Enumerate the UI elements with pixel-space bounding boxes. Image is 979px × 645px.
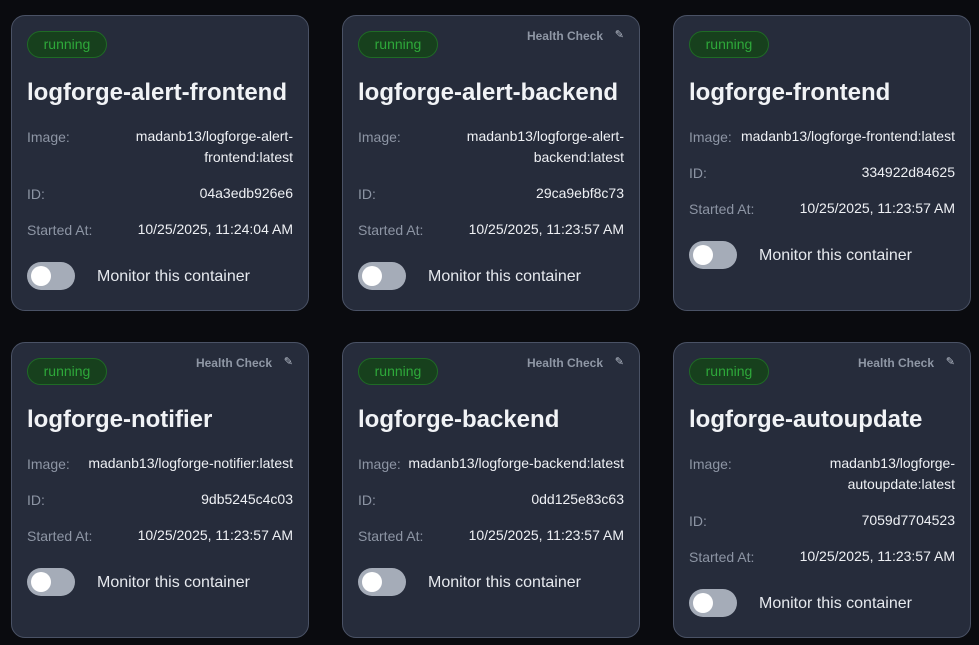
container-card: running logforge-frontend Image: madanb1…: [673, 15, 971, 311]
started-label: Started At:: [27, 528, 93, 544]
image-label: Image:: [27, 129, 70, 145]
image-value-line1: madanb13/logforge-frontend:latest: [740, 128, 955, 144]
image-label: Image:: [689, 456, 732, 472]
id-label: ID:: [27, 492, 45, 508]
container-name: logforge-frontend: [689, 79, 891, 106]
monitor-label: Monitor this container: [428, 268, 581, 285]
started-label: Started At:: [358, 528, 424, 544]
image-value: madanb13/logforge-notifier:latest: [88, 453, 293, 474]
image-label: Image:: [358, 129, 401, 145]
image-value: madanb13/logforge-backend:latest: [408, 453, 624, 474]
id-label: ID:: [27, 186, 45, 202]
pencil-icon[interactable]: ✎: [284, 355, 293, 368]
image-value-line2: backend:latest: [533, 149, 624, 165]
container-name: logforge-alert-frontend: [27, 79, 287, 106]
started-value: 10/25/2025, 11:23:57 AM: [468, 527, 624, 543]
id-label: ID:: [689, 513, 707, 529]
id-value: 0dd125e83c63: [531, 491, 624, 507]
toggle-knob: [362, 266, 382, 286]
health-check-label[interactable]: Health Check: [196, 356, 272, 370]
started-value: 10/25/2025, 11:23:57 AM: [468, 221, 624, 237]
health-check-label[interactable]: Health Check: [527, 29, 603, 43]
id-value: 7059d7704523: [861, 512, 955, 528]
image-value: madanb13/logforge-frontend:latest: [741, 126, 955, 147]
status-badge: running: [27, 31, 107, 58]
id-label: ID:: [358, 186, 376, 202]
container-name: logforge-autoupdate: [689, 406, 923, 433]
monitor-toggle[interactable]: [689, 241, 737, 269]
container-name: logforge-notifier: [27, 406, 213, 433]
started-label: Started At:: [27, 222, 93, 238]
toggle-knob: [362, 572, 382, 592]
status-badge: running: [358, 358, 438, 385]
image-value-line2: autoupdate:latest: [847, 476, 955, 492]
toggle-knob: [31, 266, 51, 286]
image-value-line1: madanb13/logforge-notifier:latest: [88, 455, 293, 471]
image-value: madanb13/logforge-alert- backend:latest: [467, 126, 624, 168]
image-value: madanb13/logforge- autoupdate:latest: [830, 453, 955, 495]
image-label: Image:: [689, 129, 732, 145]
monitor-label: Monitor this container: [428, 574, 581, 591]
image-value-line1: madanb13/logforge-alert-: [135, 128, 293, 144]
started-value: 10/25/2025, 11:23:57 AM: [137, 527, 293, 543]
container-card: running logforge-alert-frontend Image: m…: [11, 15, 309, 311]
image-value-line1: madanb13/logforge-alert-: [466, 128, 624, 144]
pencil-icon[interactable]: ✎: [615, 355, 624, 368]
id-label: ID:: [689, 165, 707, 181]
id-value: 334922d84625: [861, 164, 955, 180]
status-badge: running: [689, 358, 769, 385]
monitor-label: Monitor this container: [97, 574, 250, 591]
image-value-line2: frontend:latest: [204, 149, 293, 165]
started-value: 10/25/2025, 11:24:04 AM: [137, 221, 293, 237]
id-label: ID:: [358, 492, 376, 508]
monitor-toggle[interactable]: [689, 589, 737, 617]
monitor-label: Monitor this container: [759, 247, 912, 264]
id-value: 04a3edb926e6: [199, 185, 293, 201]
status-badge: running: [27, 358, 107, 385]
container-card: running Health Check ✎ logforge-notifier…: [11, 342, 309, 638]
started-label: Started At:: [689, 201, 755, 217]
started-label: Started At:: [689, 549, 755, 565]
container-card: running Health Check ✎ logforge-backend …: [342, 342, 640, 638]
container-name: logforge-backend: [358, 406, 560, 433]
toggle-knob: [693, 245, 713, 265]
container-name: logforge-alert-backend: [358, 79, 619, 106]
health-check-label[interactable]: Health Check: [858, 356, 934, 370]
container-card: running Health Check ✎ logforge-alert-ba…: [342, 15, 640, 311]
toggle-knob: [31, 572, 51, 592]
id-value: 9db5245c4c03: [201, 491, 293, 507]
started-label: Started At:: [358, 222, 424, 238]
monitor-label: Monitor this container: [97, 268, 250, 285]
image-value-line1: madanb13/logforge-: [829, 455, 955, 471]
status-badge: running: [689, 31, 769, 58]
toggle-knob: [693, 593, 713, 613]
monitor-toggle[interactable]: [358, 568, 406, 596]
image-label: Image:: [27, 456, 70, 472]
monitor-toggle[interactable]: [27, 568, 75, 596]
container-card: running Health Check ✎ logforge-autoupda…: [673, 342, 971, 638]
status-badge: running: [358, 31, 438, 58]
monitor-label: Monitor this container: [759, 595, 912, 612]
health-check-label[interactable]: Health Check: [527, 356, 603, 370]
id-value: 29ca9ebf8c73: [536, 185, 624, 201]
pencil-icon[interactable]: ✎: [615, 28, 624, 41]
image-value-line1: madanb13/logforge-backend:latest: [408, 455, 624, 471]
monitor-toggle[interactable]: [27, 262, 75, 290]
image-label: Image:: [358, 456, 401, 472]
started-value: 10/25/2025, 11:23:57 AM: [799, 200, 955, 216]
monitor-toggle[interactable]: [358, 262, 406, 290]
image-value: madanb13/logforge-alert- frontend:latest: [136, 126, 293, 168]
started-value: 10/25/2025, 11:23:57 AM: [799, 548, 955, 564]
pencil-icon[interactable]: ✎: [946, 355, 955, 368]
